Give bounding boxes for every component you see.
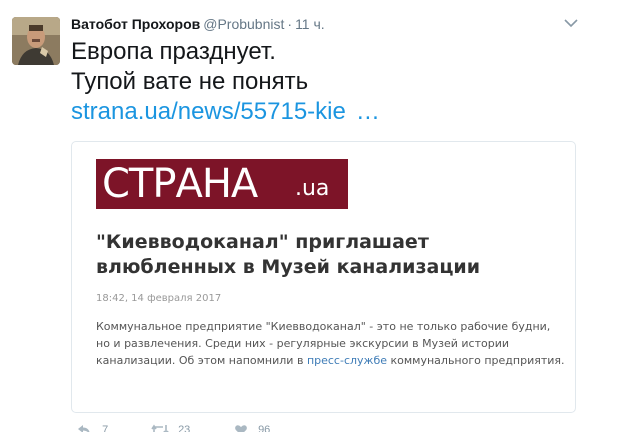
display-name[interactable]: Ватобот Прохоров (71, 16, 200, 32)
retweet-icon (151, 424, 169, 432)
tweet-actions: 7 23 96 (71, 424, 471, 432)
heart-icon (235, 425, 247, 432)
like-count: 96 (258, 424, 271, 432)
separator: · (287, 16, 293, 32)
like-button[interactable]: 96 (233, 424, 270, 432)
tweet-text-line-1: Европа празднует. (71, 38, 276, 65)
logo-main-text: СТРАНА (102, 161, 258, 207)
tweet-link[interactable]: strana.ua/news/55715-kie (71, 98, 346, 125)
card-lead: Коммунальное предприятие "Киевводоканал"… (96, 318, 566, 369)
tweet-text-line-2: Тупой вате не понять (71, 68, 309, 95)
retweet-count: 23 (178, 424, 191, 432)
reply-icon (78, 425, 90, 432)
card-headline[interactable]: "Киевводоканал" приглашает влюбленных в … (96, 230, 566, 280)
reply-button[interactable]: 7 (77, 424, 108, 432)
strana-logo: СТРАНА .ua (96, 159, 348, 209)
card-lead-end: коммунального предприятия. (387, 354, 565, 367)
tweet-header: Ватобот Прохоров @Probubnist · 11 ч. (71, 15, 617, 33)
caret-down-icon[interactable] (562, 14, 580, 32)
tweet-link-line: strana.ua/news/55715-kie … (71, 97, 591, 127)
tweet-text: Европа празднует. Тупой вате не понять s… (71, 37, 591, 127)
tweet: Ватобот Прохоров @Probubnist · 11 ч. Европа… (0, 0, 617, 432)
avatar[interactable] (12, 17, 60, 65)
reply-count: 7 (102, 424, 109, 432)
retweet-button[interactable]: 23 (151, 424, 190, 432)
avatar-image (12, 17, 60, 65)
logo-suffix-text: .ua (295, 176, 330, 201)
link-card[interactable]: СТРАНА .ua "Киевводоканал" приглашает вл… (71, 141, 576, 413)
user-handle[interactable]: @Probubnist (203, 16, 284, 32)
press-service-link[interactable]: пресс-службе (307, 354, 387, 367)
card-date: 18:42, 14 февраля 2017 (96, 293, 222, 304)
link-ellipsis[interactable]: … (356, 98, 380, 125)
timestamp[interactable]: 11 ч. (295, 16, 325, 32)
